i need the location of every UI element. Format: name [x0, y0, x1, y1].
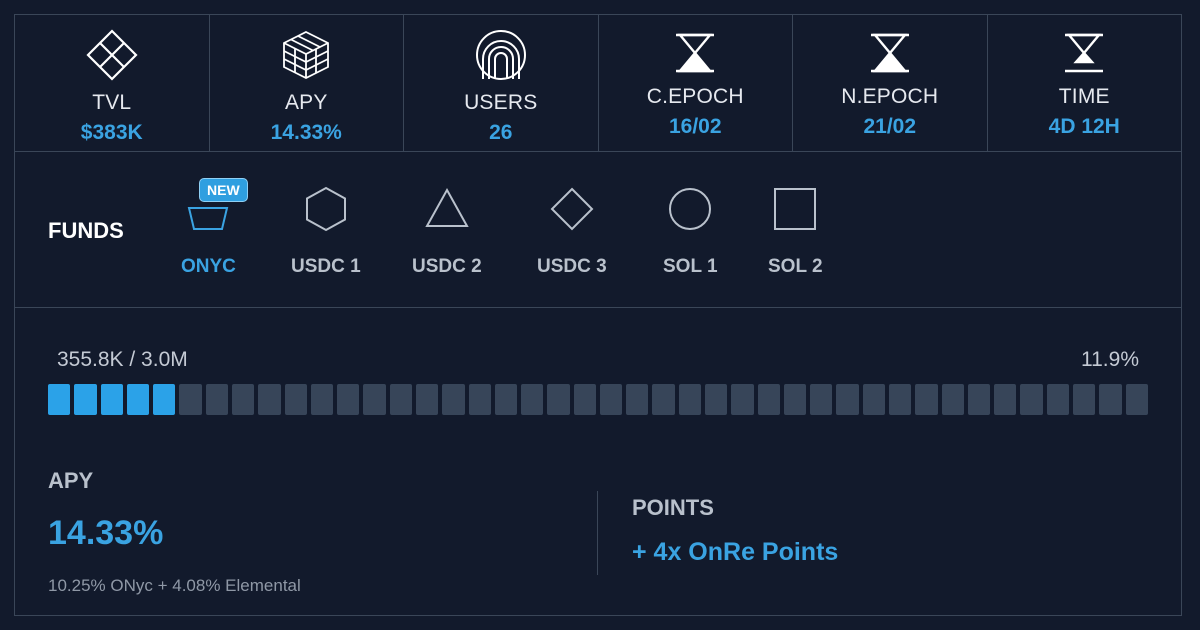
progress-segment-empty — [836, 384, 859, 415]
fund-tab-sol-2[interactable]: SOL 2 — [768, 184, 823, 278]
progress-segment-empty — [626, 384, 649, 415]
progress-segment-empty — [599, 384, 623, 415]
triangle-icon — [422, 184, 472, 234]
funds-row: FUNDS NEW ONYC USDC 1 USDC 2 USDC 3 SOL … — [15, 152, 1181, 308]
hourglass-icon — [867, 33, 913, 73]
stat-tvl: TVL $383K — [15, 15, 210, 151]
capacity-amount: 355.8K / 3.0M — [57, 348, 188, 371]
progress-segment-empty — [547, 384, 570, 415]
progress-segment-empty — [337, 384, 360, 415]
divider — [597, 491, 598, 575]
fund-name: SOL 1 — [663, 256, 718, 277]
capacity-percent: 11.9% — [1081, 348, 1139, 371]
fund-name: USDC 1 — [291, 256, 361, 277]
stat-value: 21/02 — [863, 115, 917, 138]
progress-segment-empty — [994, 384, 1017, 415]
progress-segment-empty — [363, 384, 386, 415]
progress-segment-filled — [74, 384, 97, 415]
progress-segment-empty — [1125, 384, 1148, 415]
circle-icon — [665, 184, 715, 234]
concentric-arches-icon — [475, 29, 527, 81]
stats-row: TVL $383K APY 14.33% USERS 26 C.EPOCH 16… — [15, 15, 1181, 152]
funds-title: FUNDS — [48, 218, 124, 243]
stat-apy: APY 14.33% — [210, 15, 404, 151]
apy-breakdown: 10.25% ONyc + 4.08% Elemental — [48, 576, 301, 595]
apy-value: 14.33% — [48, 514, 164, 552]
progress-segment-empty — [494, 384, 518, 415]
diamond-lattice-icon — [86, 29, 138, 81]
progress-segment-empty — [415, 384, 439, 415]
progress-segment-empty — [678, 384, 702, 415]
fund-tab-onyc[interactable]: NEW ONYC — [181, 178, 248, 278]
progress-segment-empty — [258, 384, 281, 415]
stat-value: 16/02 — [668, 115, 722, 138]
stat-current-epoch: C.EPOCH 16/02 — [599, 15, 793, 151]
progress-segment-empty — [862, 384, 885, 415]
progress-segment-empty — [179, 384, 202, 415]
progress-segment-empty — [652, 384, 675, 415]
points-title: POINTS — [632, 495, 714, 520]
progress-segment-empty — [1072, 384, 1096, 415]
stat-label: N.EPOCH — [841, 85, 939, 108]
vault-panel: TVL $383K APY 14.33% USERS 26 C.EPOCH 16… — [14, 14, 1182, 616]
stat-label: C.EPOCH — [646, 85, 744, 108]
progress-segment-empty — [573, 384, 596, 415]
capacity-bar — [48, 384, 1148, 415]
progress-segment-empty — [783, 384, 807, 415]
stat-value: $383K — [80, 121, 143, 144]
stat-label: USERS — [464, 91, 538, 114]
stat-label: TVL — [92, 91, 132, 114]
isometric-cube-icon — [280, 29, 332, 81]
progress-segment-filled — [153, 384, 176, 415]
progress-segment-empty — [442, 384, 465, 415]
fund-tab-sol-1[interactable]: SOL 1 — [663, 184, 718, 278]
stat-next-epoch: N.EPOCH 21/02 — [793, 15, 988, 151]
capacity-progress: 355.8K / 3.0M 11.9% — [15, 308, 1181, 438]
hourglass-icon — [672, 33, 718, 73]
fund-name: USDC 2 — [412, 256, 482, 277]
stat-label: TIME — [1058, 85, 1110, 108]
square-icon — [770, 184, 820, 234]
progress-segment-empty — [284, 384, 307, 415]
progress-segment-empty — [389, 384, 412, 415]
stat-value: 4D 12H — [1048, 115, 1120, 138]
progress-segment-filled — [126, 384, 150, 415]
fund-name: ONYC — [181, 256, 236, 277]
points-value: + 4x OnRe Points — [632, 538, 839, 566]
progress-segment-empty — [757, 384, 780, 415]
progress-segment-empty — [1020, 384, 1043, 415]
progress-segment-empty — [889, 384, 912, 415]
fund-tab-usdc-2[interactable]: USDC 2 — [412, 184, 482, 278]
fund-name: SOL 2 — [768, 256, 823, 277]
stat-value: 14.33% — [270, 121, 342, 144]
apy-title: APY — [48, 468, 94, 493]
progress-segment-empty — [705, 384, 728, 415]
progress-segment-empty — [731, 384, 754, 415]
progress-segment-empty — [915, 384, 938, 415]
progress-segment-empty — [310, 384, 334, 415]
stat-label: APY — [284, 91, 328, 114]
progress-segment-empty — [231, 384, 255, 415]
progress-segment-empty — [468, 384, 491, 415]
progress-segment-empty — [205, 384, 228, 415]
fund-tab-usdc-3[interactable]: USDC 3 — [537, 184, 607, 278]
fund-name: USDC 3 — [537, 256, 607, 277]
diamond-icon — [547, 184, 597, 234]
progress-segment-filled — [48, 384, 71, 415]
stat-time: TIME 4D 12H — [988, 15, 1182, 151]
progress-segment-empty — [810, 384, 833, 415]
hexagon-icon — [301, 184, 351, 234]
new-badge: NEW — [199, 178, 248, 202]
hourglass-icon — [1061, 33, 1107, 73]
progress-segment-empty — [521, 384, 544, 415]
progress-segment-empty — [1046, 384, 1069, 415]
stat-users: USERS 26 — [404, 15, 599, 151]
stat-value: 26 — [489, 121, 513, 144]
progress-segment-empty — [941, 384, 964, 415]
progress-segment-empty — [967, 384, 991, 415]
progress-segment-filled — [100, 384, 123, 415]
progress-segment-empty — [1099, 384, 1122, 415]
fund-tab-usdc-1[interactable]: USDC 1 — [291, 184, 361, 278]
